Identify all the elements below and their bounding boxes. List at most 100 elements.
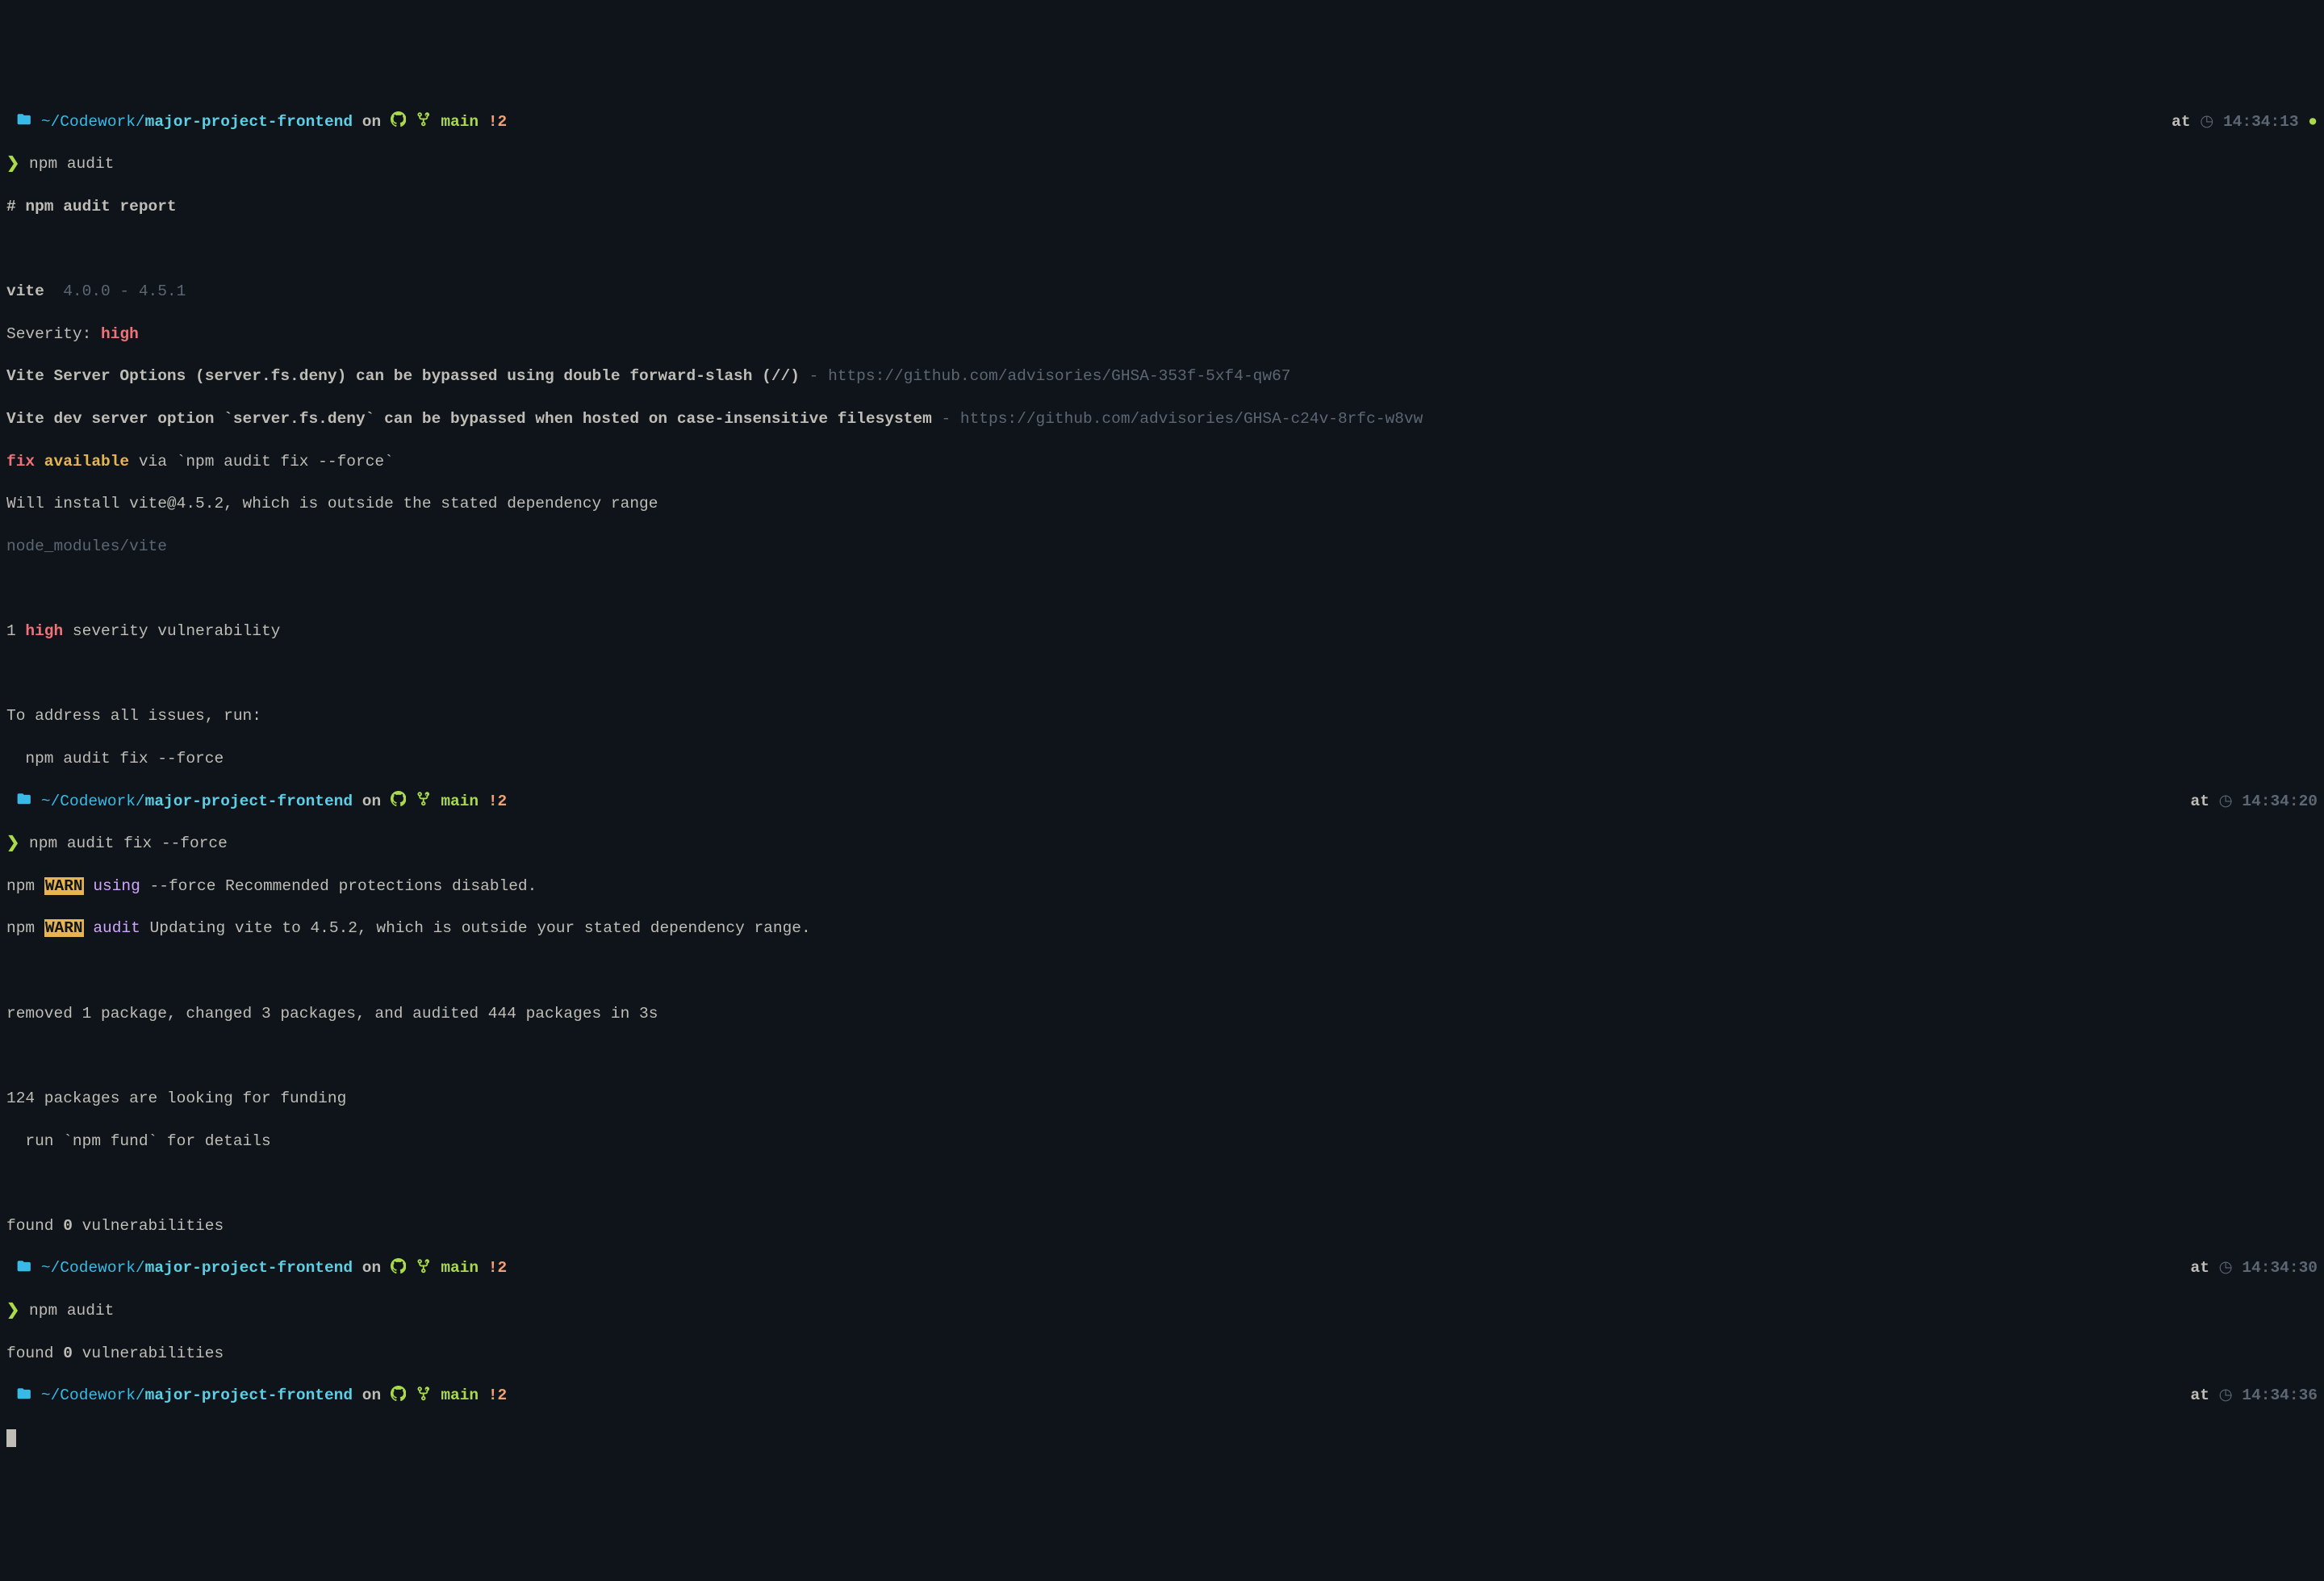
github-icon [391,1387,407,1404]
branch-changes: !2 [488,1259,507,1277]
found-c: vulnerabilities [73,1217,224,1235]
node-modules-path: node_modules/vite [6,536,2318,557]
path-prefix: ~/Codework/ [41,1259,145,1277]
branch-name: main [441,113,479,131]
fix-red: fix [6,453,35,471]
prompt-line-4: ~/Codework/major-project-frontend on mai… [6,1385,2318,1406]
warn-line-2: npm WARN audit Updating vite to 4.5.2, w… [6,918,2318,939]
npm-prefix: npm [6,919,35,937]
warn-msg: --force Recommended protections disabled… [140,877,537,895]
summary-count: 1 [6,622,25,640]
found-a: found [6,1345,63,1362]
status-dot-icon: ● [2308,113,2318,131]
command-text: npm audit fix --force [29,834,228,852]
address-line: To address all issues, run: [6,705,2318,726]
blank-line [6,238,2318,259]
chevron-icon: ❯ [6,834,19,852]
severity-line: Severity: high [6,324,2318,345]
folder-icon [16,1387,32,1404]
address-cmd: npm audit fix --force [6,748,2318,769]
branch-name: main [441,793,479,810]
prompt-line-3: ~/Codework/major-project-frontend on mai… [6,1257,2318,1278]
funding-line-1: 124 packages are looking for funding [6,1088,2318,1109]
clock-icon: ◷ [2200,113,2213,131]
command-text: npm audit [29,1302,114,1320]
report-header: # npm audit report [6,196,2318,217]
fix-yellow: available [35,453,129,471]
warn-msg: Updating vite to 4.5.2, which is outside… [140,919,811,937]
severity-value: high [101,325,139,343]
branch-icon [416,1387,432,1404]
blank-line [6,960,2318,981]
found-a: found [6,1217,63,1235]
at-text: at [2191,793,2209,810]
project-name: major-project-frontend [145,113,353,131]
summary-sev: high [25,622,63,640]
advisory-1: Vite Server Options (server.fs.deny) can… [6,366,2318,387]
branch-changes: !2 [488,113,507,131]
blank-line [6,578,2318,599]
time-text: 14:34:30 [2242,1259,2318,1277]
advisory-2-title: Vite dev server option `server.fs.deny` … [6,410,932,428]
command-line-3: ❯ npm audit [6,1300,2318,1321]
on-text: on [362,113,381,131]
summary-rest: severity vulnerability [63,622,280,640]
pkg-range: 4.0.0 - 4.5.1 [44,282,186,300]
github-icon [391,1259,407,1277]
path-prefix: ~/Codework/ [41,113,145,131]
clock-icon: ◷ [2219,1259,2233,1277]
branch-changes: !2 [488,793,507,810]
cursor-icon [6,1429,16,1447]
found-b: 0 [63,1345,73,1362]
terminal-output[interactable]: ~/Codework/major-project-frontend on mai… [6,90,2318,1470]
warn-badge: WARN [44,877,84,895]
command-line-2: ❯ npm audit fix --force [6,833,2318,854]
found-line-2: found 0 vulnerabilities [6,1343,2318,1364]
path-prefix: ~/Codework/ [41,793,145,810]
project-name: major-project-frontend [145,1259,353,1277]
github-icon [391,113,407,131]
clock-icon: ◷ [2219,793,2233,810]
at-text: at [2191,1259,2209,1277]
advisory-1-title: Vite Server Options (server.fs.deny) can… [6,367,800,385]
project-name: major-project-frontend [145,1387,353,1404]
branch-icon [416,1259,432,1277]
prompt-line-1: ~/Codework/major-project-frontend on mai… [6,111,2318,132]
pkg-line: vite 4.0.0 - 4.5.1 [6,281,2318,302]
on-text: on [362,1387,381,1404]
found-line-1: found 0 vulnerabilities [6,1215,2318,1236]
advisory-2-url: - https://github.com/advisories/GHSA-c24… [932,410,1423,428]
removed-line: removed 1 package, changed 3 packages, a… [6,1003,2318,1024]
npm-prefix: npm [6,877,35,895]
blank-line [6,1045,2318,1066]
blank-line [6,1173,2318,1194]
github-icon [391,793,407,810]
fix-line: fix available via `npm audit fix --force… [6,451,2318,472]
summary-line: 1 high severity vulnerability [6,621,2318,642]
warn-line-1: npm WARN using --force Recommended prote… [6,876,2318,897]
severity-label: Severity: [6,325,101,343]
folder-icon [16,113,32,131]
project-name: major-project-frontend [145,793,353,810]
chevron-icon: ❯ [6,1302,19,1320]
funding-line-2: run `npm fund` for details [6,1131,2318,1152]
at-text: at [2171,113,2190,131]
advisory-1-url: - https://github.com/advisories/GHSA-353… [800,367,1291,385]
found-b: 0 [63,1217,73,1235]
cursor-line[interactable] [6,1428,2318,1449]
command-line-1: ❯ npm audit [6,153,2318,174]
path-prefix: ~/Codework/ [41,1387,145,1404]
folder-icon [16,793,32,810]
branch-name: main [441,1259,479,1277]
blank-line [6,663,2318,684]
clock-icon: ◷ [2219,1387,2233,1404]
chevron-icon: ❯ [6,155,19,173]
prompt-line-2: ~/Codework/major-project-frontend on mai… [6,791,2318,812]
branch-icon [416,793,432,810]
at-text: at [2191,1387,2209,1404]
found-c: vulnerabilities [73,1345,224,1362]
fix-rest: via `npm audit fix --force` [129,453,394,471]
will-install: Will install vite@4.5.2, which is outsid… [6,493,2318,514]
pkg-name: vite [6,282,44,300]
branch-name: main [441,1387,479,1404]
